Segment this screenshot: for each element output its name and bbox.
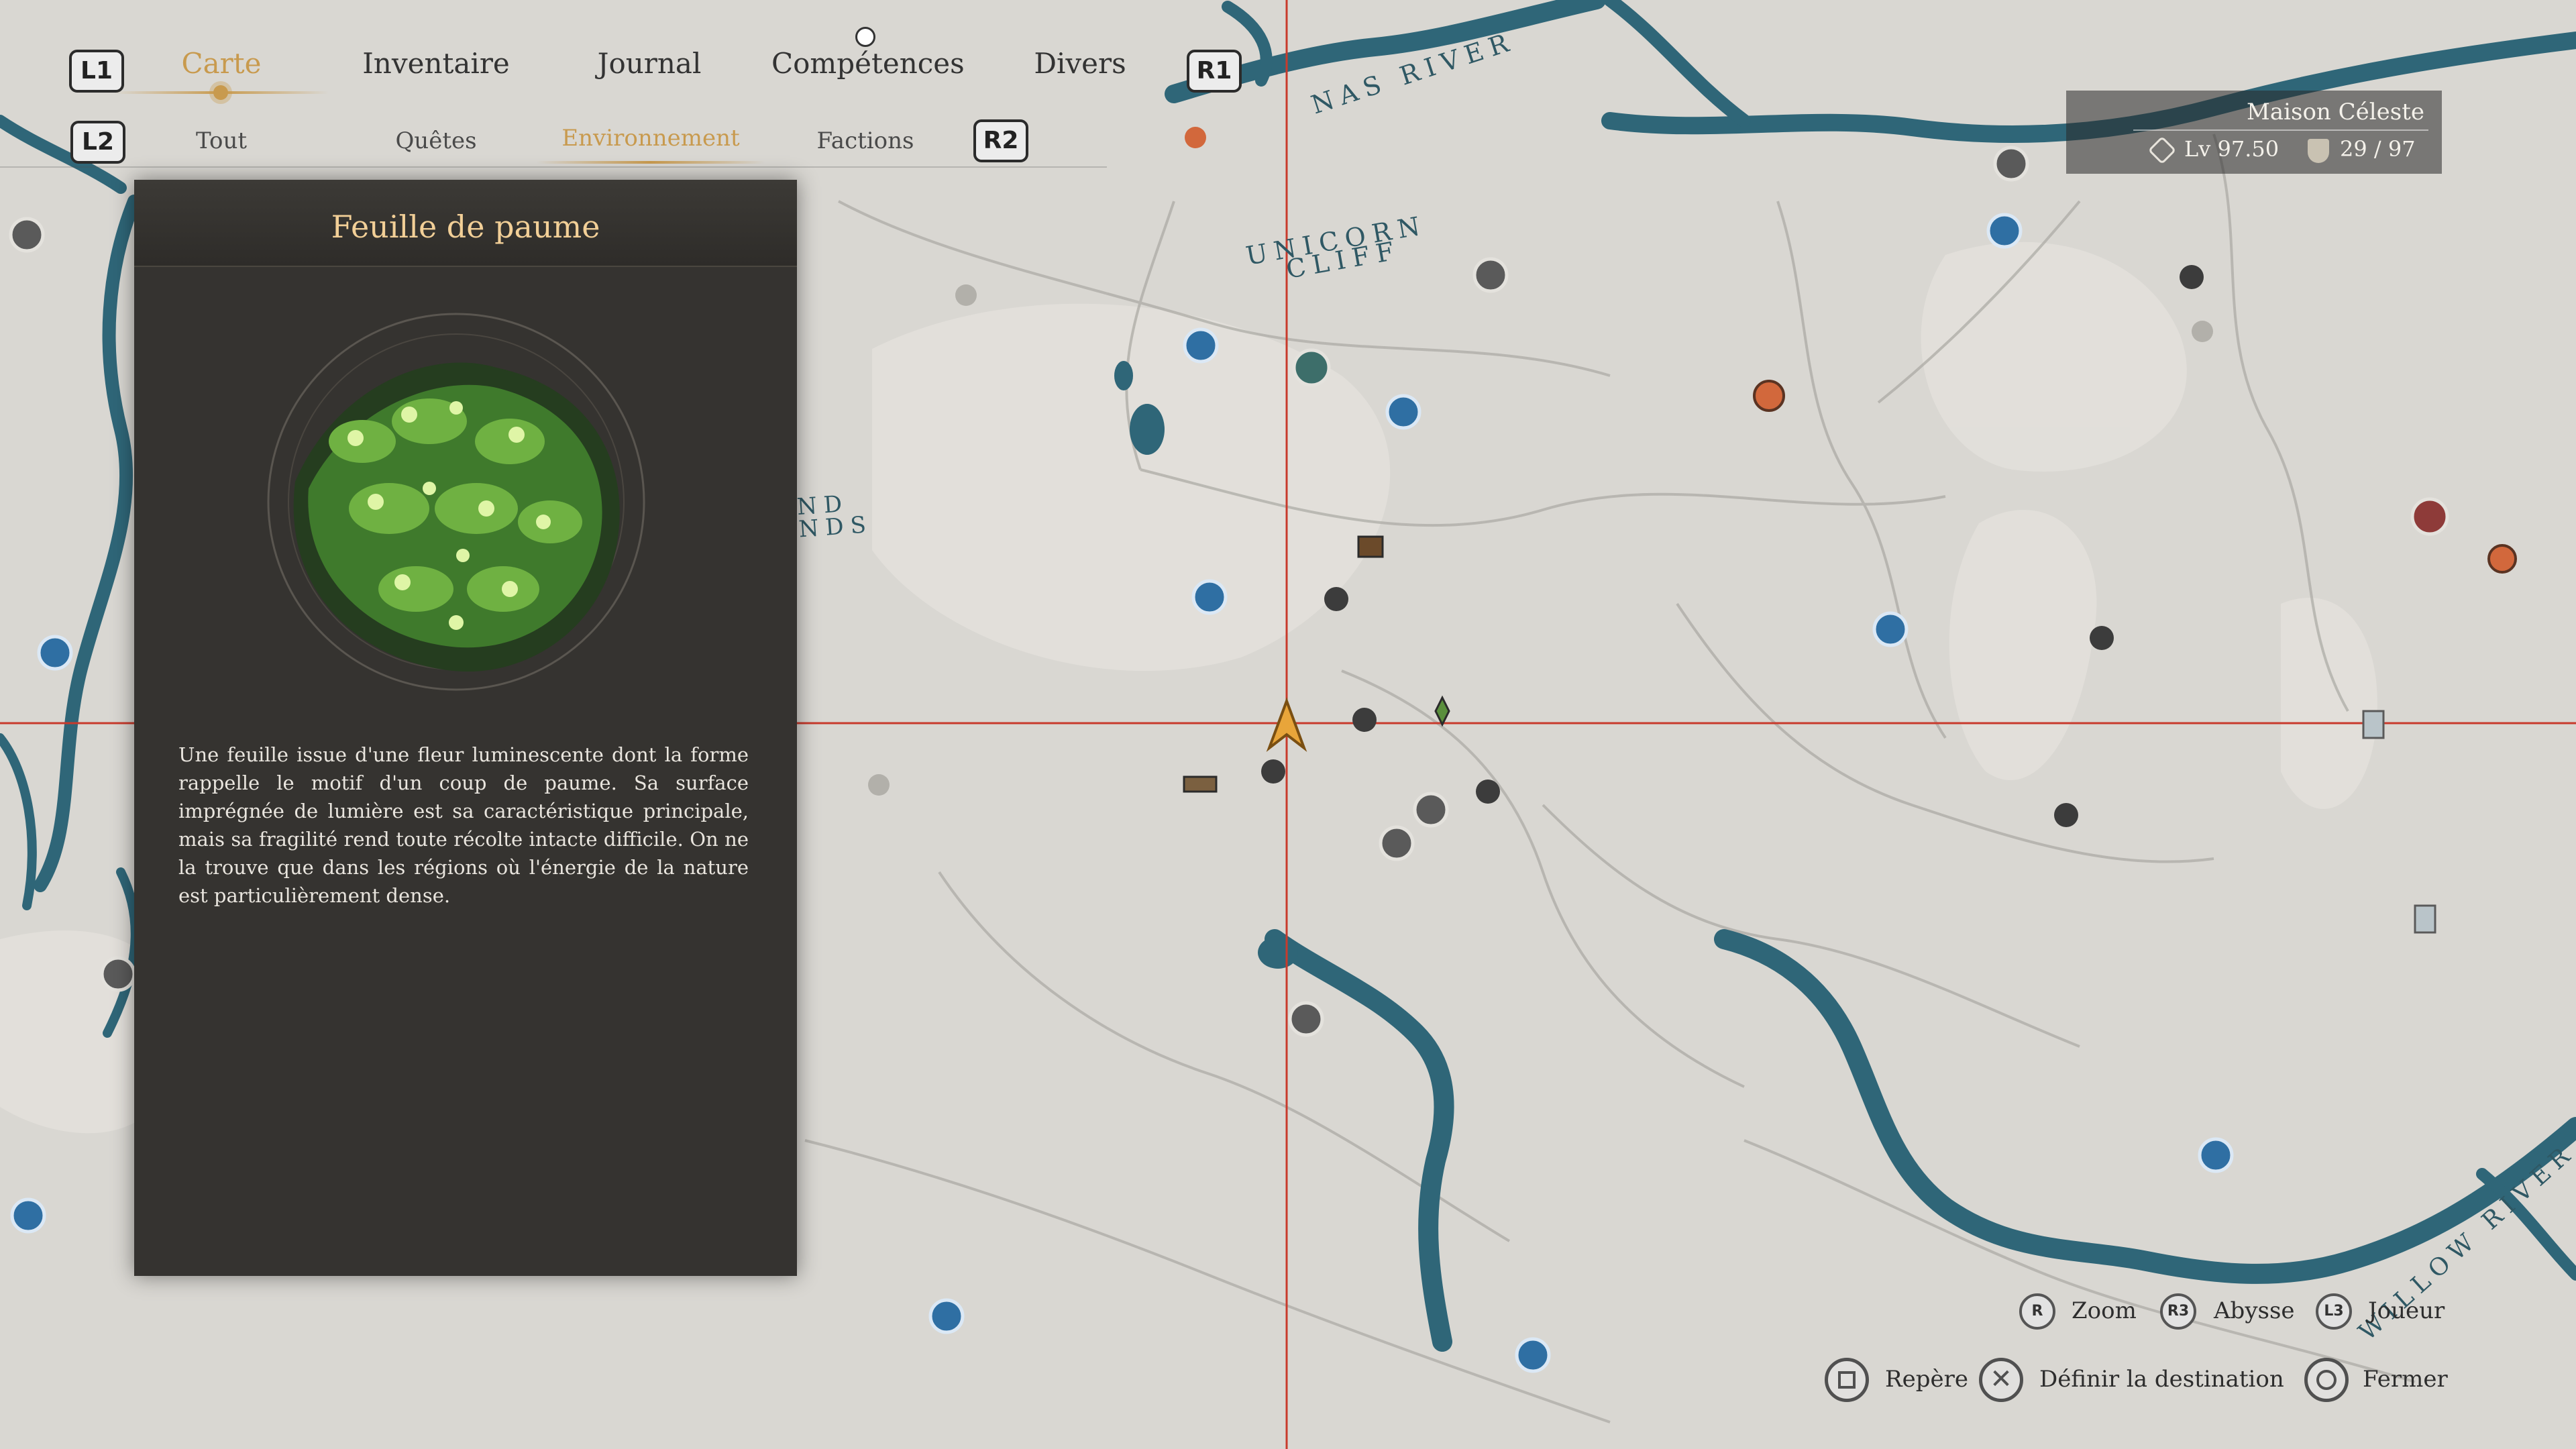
- item-info-panel: Feuille de paume Une feuille issue d'une…: [134, 180, 797, 1276]
- camp-icon: [1185, 127, 1206, 148]
- cross-button-icon[interactable]: ✕: [1979, 1358, 2023, 1402]
- abyss-label: Abysse: [2214, 1297, 2295, 1324]
- waypoint-icon: [37, 635, 73, 671]
- status-box: Maison Céleste Lv 97.50 29 / 97: [2066, 91, 2442, 174]
- square-button-icon[interactable]: [1825, 1358, 1869, 1402]
- subtab-tout[interactable]: Tout: [168, 127, 275, 154]
- r2-button[interactable]: R2: [973, 119, 1028, 162]
- landmark-icon: [1413, 792, 1449, 828]
- subnav-divider: [0, 166, 1107, 168]
- tab-journal[interactable]: Journal: [582, 47, 716, 80]
- notification-icon: [855, 27, 875, 47]
- l2-button[interactable]: L2: [70, 121, 125, 164]
- level-icon: [2147, 136, 2177, 165]
- zoom-label: Zoom: [2072, 1297, 2137, 1324]
- player-level: Lv 97.50: [2184, 136, 2279, 162]
- r1-button[interactable]: R1: [1187, 50, 1242, 93]
- ore-icon: [2054, 803, 2078, 827]
- subtab-environnement-underline: [537, 161, 765, 164]
- ore-icon: [1261, 759, 1285, 784]
- shield-icon: [2308, 139, 2329, 163]
- close-label: Fermer: [2363, 1366, 2448, 1393]
- player-label: Joueur: [2368, 1297, 2445, 1324]
- l1-button[interactable]: L1: [69, 50, 124, 93]
- signpost-icon: [2362, 710, 2385, 739]
- ore-icon: [2090, 626, 2114, 650]
- tab-carte[interactable]: Carte: [154, 47, 288, 80]
- waypoint-icon: [1872, 611, 1909, 647]
- landmark-icon: [1288, 1001, 1324, 1037]
- waypoint-icon: [1183, 327, 1219, 364]
- landmark-icon: [100, 956, 136, 992]
- rock-icon: [955, 284, 977, 306]
- subtab-quetes[interactable]: Quêtes: [382, 127, 490, 154]
- tab-divers[interactable]: Divers: [1013, 47, 1147, 80]
- collection-count: 29 / 97: [2340, 136, 2416, 162]
- rock-icon: [2192, 321, 2213, 342]
- waypoint-icon: [928, 1298, 965, 1334]
- waypoint-icon: [2198, 1137, 2234, 1173]
- faction-icon: [2410, 497, 2449, 536]
- landmark-icon: [1993, 146, 2029, 182]
- landmark-icon: [1379, 825, 1415, 861]
- tab-competences[interactable]: Compétences: [771, 47, 965, 80]
- anvil-icon: [1183, 775, 1218, 793]
- waypoint-icon: [1986, 213, 2023, 249]
- location-name: Maison Céleste: [2247, 99, 2424, 125]
- signpost-icon: [2414, 904, 2436, 934]
- ore-icon: [1324, 587, 1348, 611]
- marker-label: Repère: [1885, 1366, 1968, 1393]
- subtab-environnement[interactable]: Environnement: [550, 125, 751, 152]
- destination-label: Définir la destination: [2039, 1366, 2284, 1393]
- chest-icon: [1357, 535, 1384, 558]
- item-title: Feuille de paume: [134, 180, 797, 267]
- r3-icon[interactable]: R3: [2160, 1293, 2196, 1330]
- circle-button-icon[interactable]: [2304, 1358, 2349, 1402]
- item-illustration: [255, 307, 671, 696]
- l3-icon[interactable]: L3: [2316, 1293, 2352, 1330]
- waypoint-icon: [1385, 394, 1421, 430]
- waypoint-icon: [1515, 1337, 1551, 1373]
- rock-icon: [868, 774, 890, 796]
- camp-icon: [1753, 380, 1785, 412]
- waypoint-icon: [1191, 579, 1228, 615]
- ore-icon: [2180, 265, 2204, 289]
- landmark-icon: [1472, 257, 1509, 293]
- ore-icon: [1352, 708, 1377, 732]
- ore-icon: [1476, 780, 1500, 804]
- status-divider: [2133, 129, 2428, 131]
- item-description: Une feuille issue d'une fleur luminescen…: [178, 743, 749, 907]
- camp-icon: [2487, 544, 2517, 574]
- active-tab-dot-icon: [213, 85, 228, 100]
- landmark-icon: [9, 217, 45, 253]
- subtab-factions[interactable]: Factions: [805, 127, 926, 154]
- merchant-icon: [1292, 348, 1331, 387]
- tab-inventaire[interactable]: Inventaire: [362, 47, 510, 80]
- waypoint-icon: [10, 1197, 46, 1234]
- right-stick-icon[interactable]: R: [2019, 1293, 2055, 1330]
